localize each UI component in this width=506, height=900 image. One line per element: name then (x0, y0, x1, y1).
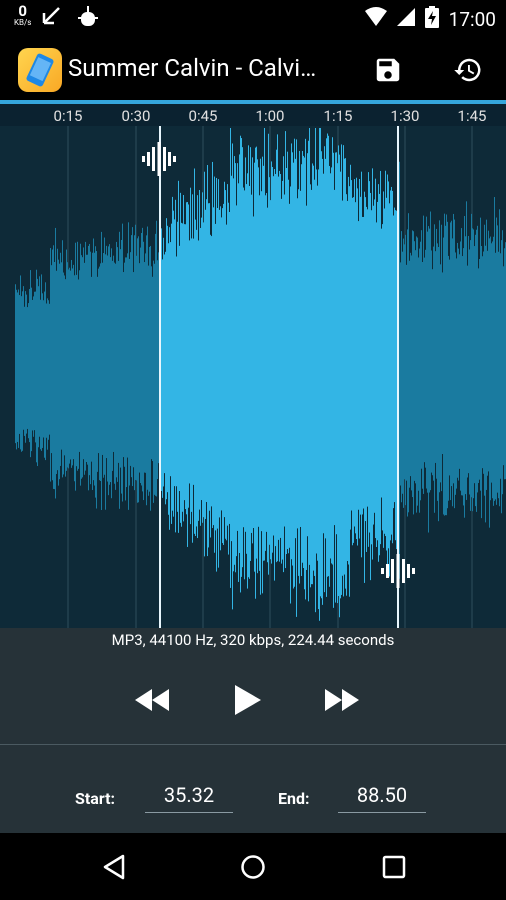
wifi-icon (364, 7, 387, 31)
battery-charging-icon (424, 6, 439, 32)
home-icon (241, 855, 265, 879)
start-marker-handle[interactable] (142, 142, 176, 176)
back-icon (103, 854, 125, 880)
arrow-down-left-icon (39, 4, 63, 32)
file-info: MP3, 44100 Hz, 320 kbps, 224.44 seconds (0, 628, 506, 652)
fast-forward-button[interactable] (320, 678, 364, 722)
rewind-icon (135, 689, 169, 711)
timeline-tick: 1:30 (390, 107, 420, 125)
start-label: Start: (75, 789, 115, 808)
waveform-editor[interactable]: 0:15 0:30 0:45 1:00 1:15 1:30 1:45 (0, 104, 506, 628)
network-speed-value: 0 (18, 2, 28, 20)
timeline-tick: 0:15 (53, 107, 83, 125)
back-button[interactable] (96, 849, 132, 885)
play-icon (235, 685, 261, 715)
track-title: Summer Calvin - Calvi… (68, 54, 317, 82)
signal-icon (396, 7, 415, 31)
save-icon (376, 58, 400, 82)
network-speed: 0 KB/s (14, 4, 31, 27)
timeline-tick: 1:00 (255, 107, 285, 125)
marker-waveform-icon (142, 142, 176, 176)
save-button[interactable] (368, 50, 408, 90)
clock: 17:00 (448, 7, 496, 31)
android-debug-icon (77, 4, 99, 32)
end-time-field[interactable]: 88.50 (338, 781, 426, 813)
playback-controls (0, 652, 506, 744)
timeline-ticks: 0:15 0:30 0:45 1:00 1:15 1:30 1:45 (0, 104, 506, 126)
waveform[interactable] (0, 104, 506, 628)
app-toolbar: Summer Calvin - Calvi… (0, 38, 506, 100)
recents-icon (382, 855, 406, 879)
history-icon (454, 58, 481, 82)
start-time-field[interactable]: 35.32 (145, 781, 233, 813)
home-button[interactable] (235, 849, 271, 885)
status-bar: 0 KB/s 17:00 (0, 0, 506, 38)
navigation-bar (0, 833, 506, 900)
timeline-tick: 1:45 (457, 107, 487, 125)
rewind-button[interactable] (130, 678, 174, 722)
end-marker-handle[interactable] (381, 554, 415, 588)
history-button[interactable] (448, 50, 488, 90)
app-logo-icon (18, 48, 62, 92)
play-button[interactable] (226, 678, 270, 722)
end-label: End: (278, 789, 310, 808)
selection-times: Start: 35.32 End: 88.50 (0, 745, 506, 833)
timeline-tick: 0:30 (121, 107, 151, 125)
fast-forward-icon (325, 689, 359, 711)
timeline-tick: 0:45 (188, 107, 218, 125)
marker-waveform-icon (381, 554, 415, 588)
network-speed-unit: KB/s (14, 18, 32, 27)
timeline-tick: 1:15 (323, 107, 353, 125)
recents-button[interactable] (376, 849, 412, 885)
